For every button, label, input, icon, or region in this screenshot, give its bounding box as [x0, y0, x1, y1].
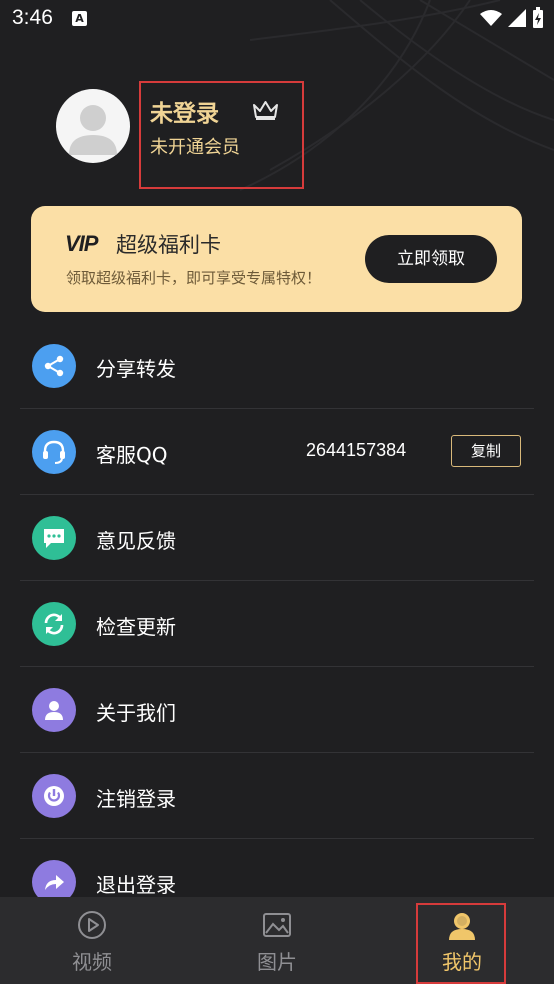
- menu-item-label: 客服QQ: [96, 443, 168, 467]
- login-status[interactable]: 未登录: [150, 94, 219, 128]
- menu-item-label: 检查更新: [96, 615, 176, 639]
- headset-icon: [32, 430, 76, 474]
- menu-item-share[interactable]: 分享转发: [0, 323, 534, 409]
- default-avatar-icon: [69, 105, 117, 155]
- member-status: 未开通会员: [150, 137, 240, 158]
- menu-item-customer-service-qq[interactable]: 客服QQ 2644157384 复制: [0, 409, 534, 495]
- vip-description: 领取超级福利卡，即可享受专属特权！: [66, 269, 322, 287]
- menu-item-label: 关于我们: [96, 701, 176, 725]
- copy-button[interactable]: 复制: [451, 435, 521, 467]
- tab-video[interactable]: 视频: [0, 897, 184, 984]
- menu-item-check-update[interactable]: 检查更新: [0, 581, 534, 667]
- power-icon: [32, 774, 76, 818]
- claim-button[interactable]: 立即领取: [365, 235, 497, 283]
- tab-label: 图片: [257, 950, 297, 974]
- wifi-icon: [480, 10, 502, 26]
- tab-images[interactable]: 图片: [185, 897, 369, 984]
- menu-item-feedback[interactable]: 意见反馈: [0, 495, 534, 581]
- avatar[interactable]: [56, 89, 130, 163]
- qq-number: 2644157384: [306, 440, 407, 460]
- image-icon: [263, 913, 291, 937]
- crown-icon: [253, 101, 278, 120]
- status-time: 3:46: [12, 6, 53, 29]
- share-icon: [32, 344, 76, 388]
- vip-logo: VIP: [65, 231, 98, 256]
- play-circle-icon: [78, 911, 106, 939]
- vip-title: 超级福利卡: [116, 233, 221, 257]
- signal-icon: [508, 9, 526, 27]
- menu-item-label: 意见反馈: [96, 529, 176, 553]
- menu-item-label: 注销登录: [96, 787, 176, 811]
- menu-item-deregister[interactable]: 注销登录: [0, 753, 534, 839]
- tab-label: 视频: [72, 950, 112, 974]
- vip-card[interactable]: VIP 超级福利卡 领取超级福利卡，即可享受专属特权！ 立即领取: [31, 206, 522, 312]
- menu-item-label: 分享转发: [96, 357, 176, 381]
- menu-item-about-us[interactable]: 关于我们: [0, 667, 534, 753]
- user-icon: [32, 688, 76, 732]
- battery-icon: [533, 7, 543, 28]
- menu-item-label: 退出登录: [96, 873, 176, 897]
- refresh-icon: [32, 602, 76, 646]
- chat-bubble-icon: [32, 516, 76, 560]
- status-icons: [480, 7, 544, 28]
- status-bar: 3:46 A: [0, 0, 554, 38]
- notification-icon: A: [72, 11, 87, 26]
- active-tab-highlight: [416, 903, 506, 984]
